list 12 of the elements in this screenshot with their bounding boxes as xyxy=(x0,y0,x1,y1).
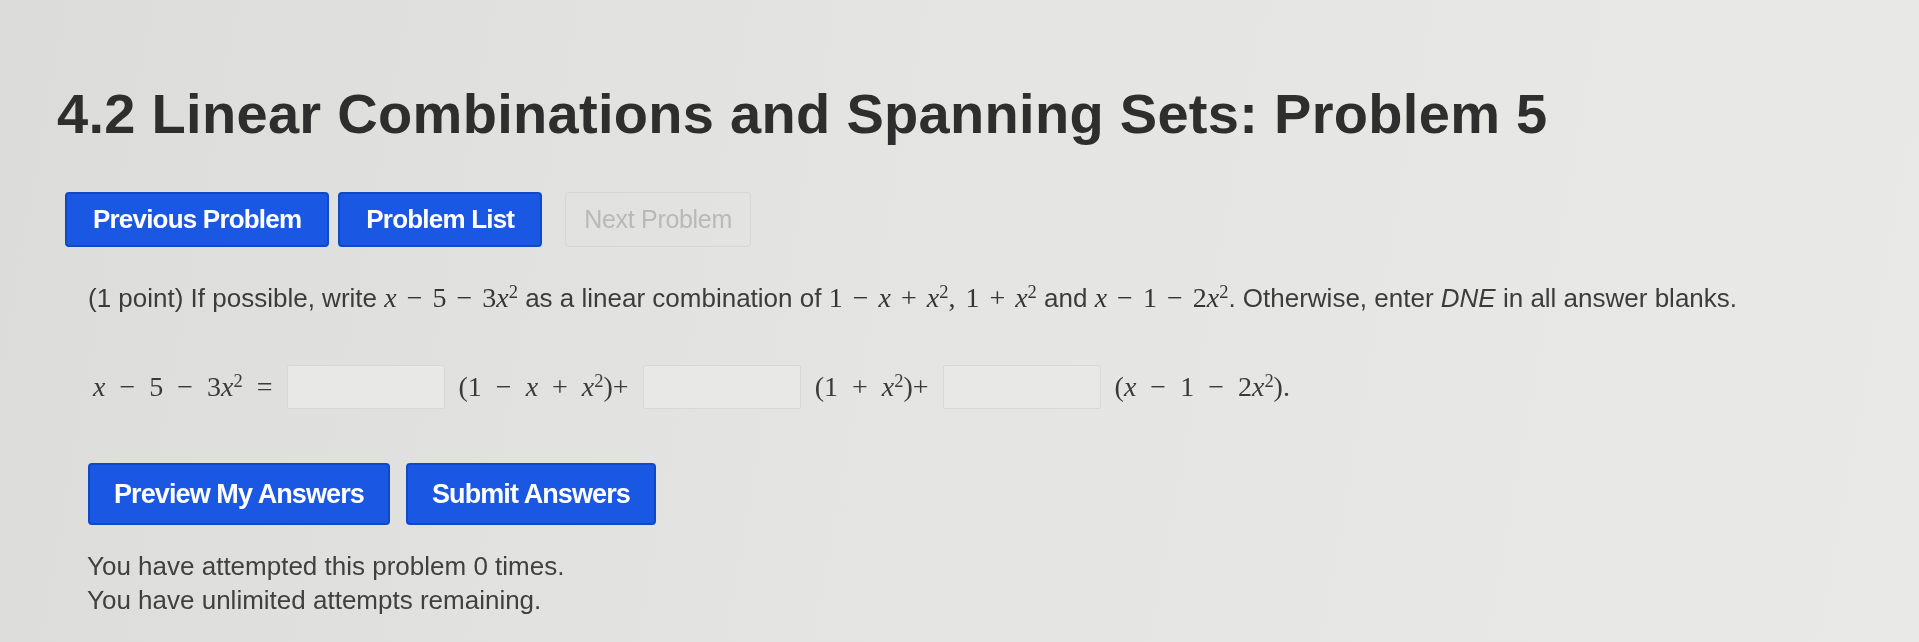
math-expression: x − 5 − 3x$^{2}$ = xyxy=(93,371,273,403)
nav-button[interactable]: Previous Problem xyxy=(65,192,330,247)
preview-answers-button[interactable]: Preview My Answers xyxy=(88,463,390,525)
math-expression: (1 − x + x$^{2}$)+ xyxy=(458,371,629,403)
attempts-text: You have attempted this problem 0 times. xyxy=(87,550,565,583)
math-expression: (x − 1 − 2x$^{2}$). xyxy=(1114,371,1290,403)
nav-button[interactable]: Problem List xyxy=(338,192,543,247)
problem-statement: (1 point) If possible, write x − 5 − 3x$^{2}$ as a linear combination of 1 − x + x$^{2}$, 1 + x$^{2}$ and x − 1 − 2x$^{2}$. Otherwise, enter DNE in all answer blanks. xyxy=(88,281,1738,315)
math-expression: (1 + x$^{2}$)+ xyxy=(814,371,929,403)
problem-title: 4.2 Linear Combinations and Spanning Sets: Problem 5 xyxy=(57,84,1548,144)
attempts-text: You have unlimited attempts remaining. xyxy=(87,584,542,617)
submit-answers-button[interactable]: Submit Answers xyxy=(405,463,656,525)
